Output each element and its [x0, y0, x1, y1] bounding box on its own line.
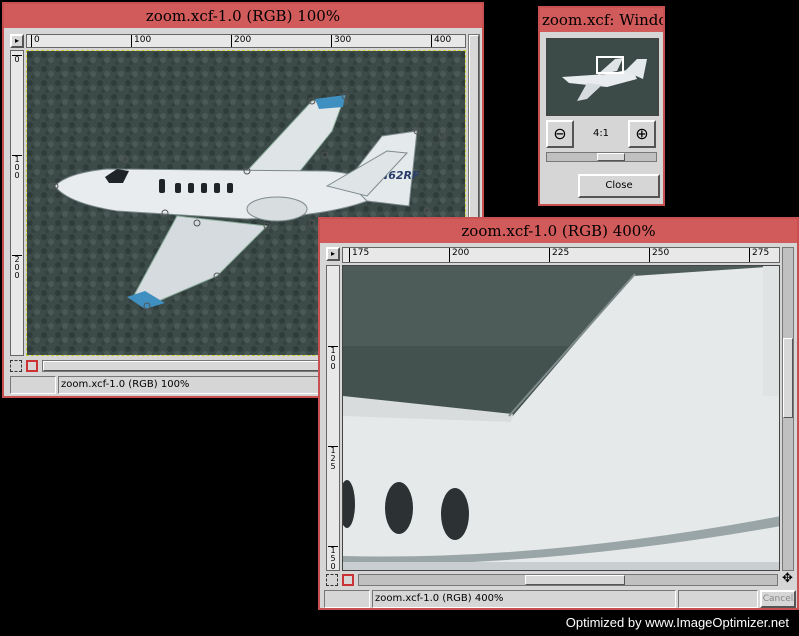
ruler-label: 200: [231, 35, 251, 47]
window-title[interactable]: zoom.xcf: Window: [540, 8, 663, 32]
menu-arrow-button[interactable]: ▸: [10, 34, 24, 48]
zoom-in-icon: ⊕: [635, 124, 649, 143]
quickmask-off-icon[interactable]: [326, 574, 338, 586]
scrollbar-thumb[interactable]: [783, 338, 793, 418]
image-canvas-zoomed[interactable]: [342, 265, 780, 571]
ruler-label: 275: [749, 248, 769, 262]
progress-area: [678, 590, 758, 608]
quickmask-off-icon[interactable]: [10, 360, 22, 372]
vertical-ruler: 0 100 200: [10, 50, 24, 356]
ruler-label: 200: [12, 255, 22, 280]
ruler-label: 0: [12, 55, 22, 64]
preview-thumbnail: [547, 39, 658, 115]
image-window-400: zoom.xcf-1.0 (RGB) 400% ▸ 175 200 225 25…: [318, 217, 799, 610]
zoom-out-button[interactable]: ⊖: [546, 120, 574, 148]
ruler-label: 100: [12, 155, 22, 180]
scrollbar-thumb[interactable]: [525, 575, 625, 585]
vertical-scrollbar[interactable]: [782, 247, 794, 571]
ruler-label: 225: [549, 248, 569, 262]
window-title[interactable]: zoom.xcf-1.0 (RGB) 400%: [320, 219, 797, 243]
zoom-slider[interactable]: [546, 152, 657, 162]
menu-arrow-button[interactable]: ▸: [326, 247, 340, 261]
ruler-label: 100: [131, 35, 151, 47]
vertical-ruler: 100 125 150: [326, 265, 340, 571]
ruler-label: 300: [331, 35, 351, 47]
ruler-label: 175: [349, 248, 369, 262]
navigate-icon[interactable]: ✥: [782, 571, 793, 586]
slider-thumb[interactable]: [597, 153, 625, 161]
ruler-label: 0: [31, 35, 40, 47]
ruler-label: 125: [328, 446, 338, 471]
status-text: zoom.xcf-1.0 (RGB) 400%: [372, 590, 676, 608]
nav-preview[interactable]: [546, 38, 659, 116]
close-button[interactable]: Close: [578, 174, 660, 198]
ruler-label: 200: [449, 248, 469, 262]
horizontal-ruler: 0 100 200 300 400: [26, 34, 466, 48]
zoomed-aircraft-image: [343, 266, 779, 570]
navigation-window: zoom.xcf: Window ⊖ 4:1 ⊕ Close: [538, 6, 665, 206]
quickmask-on-icon[interactable]: [26, 360, 38, 372]
ruler-label: 400: [431, 35, 451, 47]
pointer-coords: [10, 376, 56, 394]
quickmask-on-icon[interactable]: [342, 574, 354, 586]
status-bar: zoom.xcf-1.0 (RGB) 400% Cancel: [324, 590, 796, 608]
ruler-label: 100: [328, 346, 338, 371]
horizontal-scrollbar[interactable]: [358, 574, 778, 586]
horizontal-ruler: 175 200 225 250 275: [342, 247, 780, 263]
zoom-in-button[interactable]: ⊕: [628, 120, 656, 148]
watermark-text: Optimized by www.ImageOptimizer.net: [565, 615, 789, 630]
zoom-out-icon: ⊖: [553, 124, 567, 143]
zoom-ratio: 4:1: [592, 128, 610, 139]
ruler-label: 250: [649, 248, 669, 262]
cancel-button[interactable]: Cancel: [760, 590, 796, 608]
pointer-coords: [324, 590, 370, 608]
window-title[interactable]: zoom.xcf-1.0 (RGB) 100%: [4, 4, 482, 28]
ruler-label: 150: [328, 546, 338, 570]
